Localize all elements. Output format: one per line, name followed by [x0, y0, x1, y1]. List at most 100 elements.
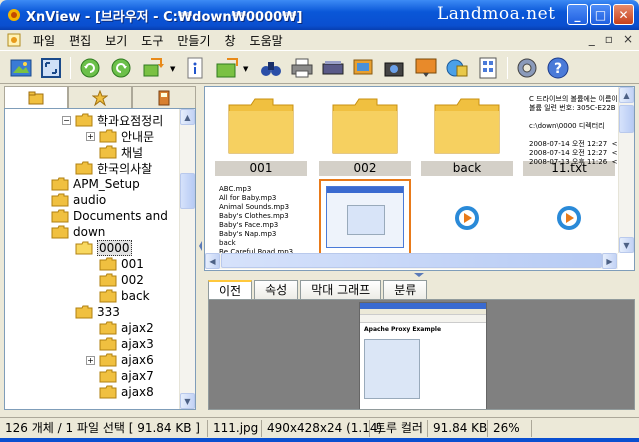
scroll-thumb[interactable] [221, 253, 602, 268]
scroll-thumb[interactable] [619, 105, 634, 133]
export-icon[interactable] [214, 55, 240, 81]
browser-scrollbar[interactable]: ▲ ▼ [618, 87, 634, 253]
scanner-icon[interactable] [320, 55, 346, 81]
vertical-splitter[interactable] [197, 86, 204, 412]
tree-item[interactable]: down [51, 224, 105, 240]
tab-properties[interactable]: 속성 [254, 280, 299, 300]
menu-window[interactable]: 창 [218, 32, 243, 49]
thumbnail-item[interactable]: 001 [215, 91, 307, 176]
tree-item[interactable]: ajax3 [99, 336, 154, 352]
menu-create[interactable]: 만들기 [170, 32, 217, 49]
refresh-back-icon[interactable] [77, 55, 103, 81]
thumbnail-item[interactable] [421, 183, 513, 253]
tree-item[interactable]: 채널 [99, 144, 143, 160]
media-file-icon [557, 206, 581, 230]
status-dimensions: 490x428x24 (1.14) [262, 419, 382, 437]
scroll-left-button[interactable]: ◀ [205, 253, 220, 269]
tree-item[interactable]: APM_Setup [51, 176, 140, 192]
window-title: XnView - [브라우저 - C:₩down₩0000₩] [26, 10, 303, 25]
fullscreen-icon[interactable] [38, 55, 64, 81]
image-thumbnail [326, 186, 404, 248]
thumbnail-item[interactable]: back [421, 91, 513, 176]
minimize-button[interactable]: _ [567, 4, 588, 25]
thumbnail-item[interactable]: C 드라이브의 볼륨에는 이름이 볼륨 일련 번호: 305C-E22B c:\… [523, 91, 630, 176]
expand-icon[interactable]: + [86, 131, 95, 141]
slideshow-icon[interactable] [350, 55, 376, 81]
scroll-up-button[interactable]: ▲ [180, 109, 195, 125]
menu-view[interactable]: 보기 [98, 32, 134, 49]
scroll-down-button[interactable]: ▼ [619, 237, 634, 253]
wallpaper-icon[interactable] [413, 55, 439, 81]
tree-item[interactable]: 0000 [75, 240, 132, 256]
open-folder-icon[interactable] [8, 55, 34, 81]
scroll-up-button[interactable]: ▲ [619, 87, 634, 103]
tab-preview[interactable]: 이전 [208, 280, 253, 301]
scroll-thumb[interactable] [180, 173, 195, 209]
scroll-down-button[interactable]: ▼ [180, 393, 195, 409]
thumbnail-item[interactable] [523, 183, 615, 253]
tree-item[interactable]: 333 [75, 304, 120, 320]
tree-item-label: down [73, 225, 106, 239]
camera-icon[interactable] [381, 55, 407, 81]
folder-icon [99, 145, 117, 159]
thumbnail-item-selected[interactable] [319, 179, 411, 255]
menu-file[interactable]: 파일 [26, 32, 62, 49]
folders-tab[interactable] [4, 86, 68, 108]
menu-edit[interactable]: 편집 [62, 32, 98, 49]
mdi-restore-button[interactable]: ▫ [605, 32, 613, 46]
tab-histogram[interactable]: 막대 그래프 [300, 280, 382, 300]
menu-help[interactable]: 도움말 [243, 32, 290, 49]
tree-scrollbar[interactable]: ▲ ▼ [179, 109, 195, 409]
tree-item[interactable]: 002 [99, 272, 144, 288]
tree-item-label: audio [73, 193, 107, 207]
folder-icon [99, 129, 117, 143]
tab-categories[interactable]: 분류 [383, 280, 428, 300]
convert-icon[interactable] [140, 55, 166, 81]
maximize-button[interactable]: □ [590, 4, 611, 25]
contact-sheet-icon[interactable] [475, 55, 501, 81]
print-icon[interactable] [289, 55, 315, 81]
title-bar[interactable]: XnView - [브라우저 - C:₩down₩0000₩] Landmoa.… [0, 0, 639, 30]
tree-item[interactable]: ajax8 [99, 384, 154, 400]
preview-panel[interactable]: Apache Proxy Example [208, 299, 635, 410]
info-icon[interactable] [182, 55, 208, 81]
media-file-icon [455, 206, 479, 230]
folder-tree[interactable]: − 학과요점정리 + 안내문 채널 한국의사찰 APM_Setup audio Document… [4, 108, 196, 410]
thumbnail-item[interactable]: ABC.mp3 All for Baby.mp3 Animal Sounds.m… [215, 183, 307, 256]
scroll-right-button[interactable]: ▶ [602, 253, 617, 269]
thumbnail-item[interactable]: 002 [319, 91, 411, 176]
export-dropdown-icon[interactable]: ▼ [243, 65, 248, 73]
tree-item[interactable]: back [99, 288, 150, 304]
refresh-forward-icon[interactable] [108, 55, 134, 81]
preview-page-title: Apache Proxy Example [364, 326, 442, 333]
menu-tools[interactable]: 도구 [134, 32, 170, 49]
help-icon[interactable]: ? [545, 55, 571, 81]
tree-item-label: ajax6 [121, 353, 154, 367]
status-filesize: 91.84 KB [428, 419, 488, 437]
binoculars-icon[interactable] [258, 55, 284, 81]
tree-item[interactable]: ajax2 [99, 320, 154, 336]
expand-icon[interactable]: + [86, 355, 95, 365]
collapse-icon[interactable]: − [62, 115, 71, 125]
convert-dropdown-icon[interactable]: ▼ [170, 65, 175, 73]
tree-item[interactable]: Documents and [51, 208, 168, 224]
favorites-tab[interactable] [68, 86, 132, 108]
tree-item[interactable]: 001 [99, 256, 144, 272]
tree-item[interactable]: ajax7 [99, 368, 154, 384]
settings-icon[interactable] [514, 55, 540, 81]
thumbnail-browser[interactable]: 001 002 back C 드라이브의 볼륨에는 이름이 볼륨 일련 번호: … [204, 86, 635, 271]
tree-item[interactable]: − 학과요점정리 [62, 112, 163, 128]
tree-item[interactable]: audio [51, 192, 106, 208]
tree-item[interactable]: + ajax6 [86, 352, 154, 368]
mdi-close-button[interactable]: × [623, 32, 633, 46]
categories-tab[interactable] [132, 86, 196, 108]
web-page-icon[interactable] [444, 55, 470, 81]
mdi-minimize-button[interactable]: _ [589, 32, 595, 46]
browser-hscrollbar[interactable]: ◀ ▶ [205, 253, 618, 269]
tree-item[interactable]: 한국의사찰 [75, 160, 152, 176]
horizontal-splitter[interactable] [204, 271, 635, 279]
collapse-arrow-icon[interactable] [198, 231, 203, 261]
close-button[interactable]: ✕ [613, 4, 634, 25]
tree-item[interactable]: + 안내문 [86, 128, 154, 144]
folder-icon [99, 321, 117, 335]
